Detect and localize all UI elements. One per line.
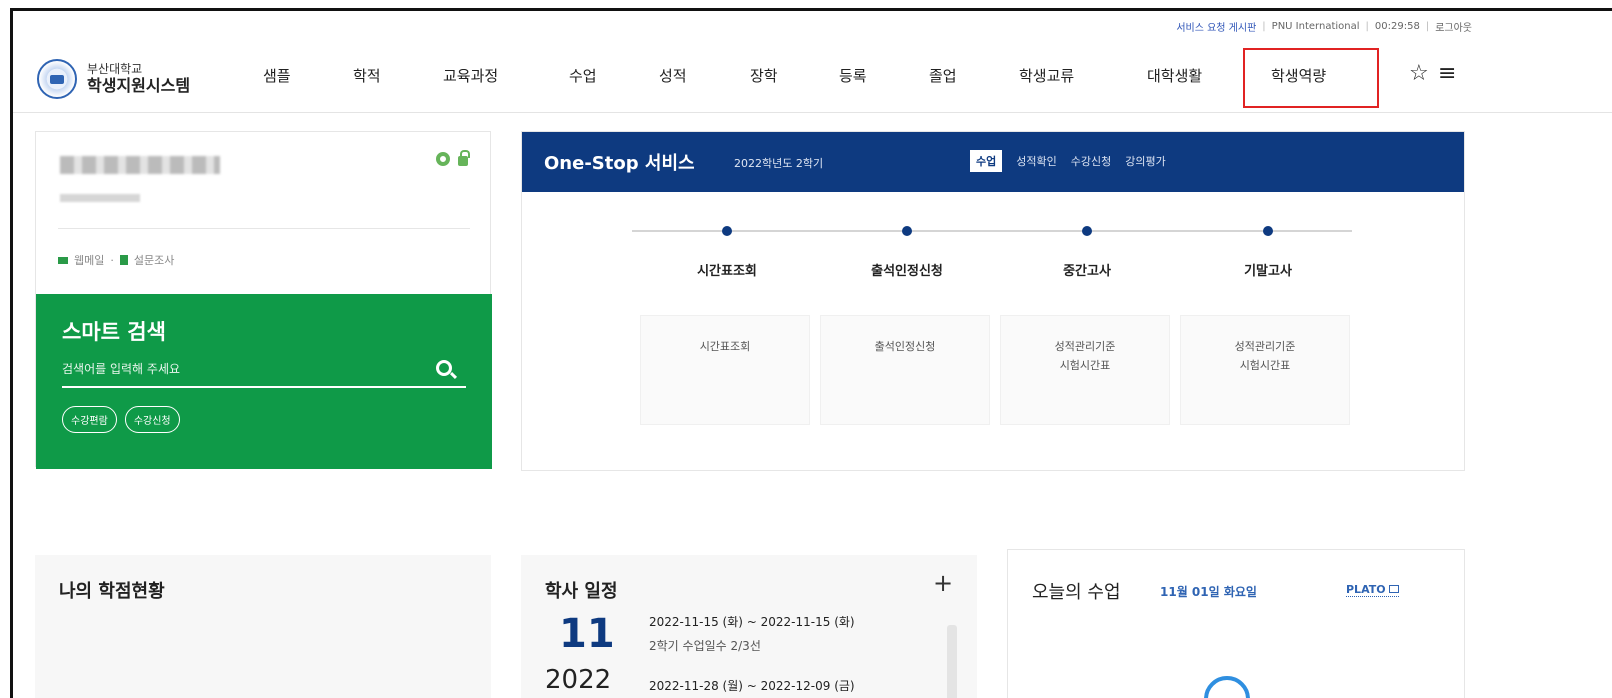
settings-gear-icon[interactable] [436, 152, 450, 166]
profile-card: 웹메일 · 설문조사 스마트 검색 수강편람 수강신청 [35, 131, 492, 469]
timeline-dot [1082, 226, 1092, 236]
search-chips: 수강편람 수강신청 [62, 406, 180, 433]
book-illustration-icon [1204, 676, 1250, 698]
tab-class[interactable]: 수업 [970, 150, 1003, 172]
service-box-midterm[interactable]: 성적관리기준 시험시간표 [1000, 315, 1170, 425]
favorite-star-icon[interactable]: ☆ [1409, 63, 1429, 85]
schedule-month: 11 [559, 611, 615, 657]
onestop-service-panel: One-Stop 서비스 2022학년도 2학기 수업 성적확인 수강신청 강의… [521, 131, 1465, 471]
event-name: 2학기 수업일수 2/3선 [649, 639, 761, 653]
separator: | [1425, 21, 1430, 32]
service-box-line: 시간표조회 [699, 340, 751, 353]
profile-links: 웹메일 · 설문조사 [58, 252, 174, 268]
separator: · [110, 253, 114, 267]
todays-class-card: 오늘의 수업 11월 01일 화요일 PLATO [1007, 549, 1465, 698]
nav-item-grades[interactable]: 성적 [659, 65, 687, 86]
academic-schedule-card: 학사 일정 + 11 2022 2022-11-15 (화) ~ 2022-11… [521, 555, 977, 698]
step-timetable[interactable]: 시간표조회 [657, 260, 797, 279]
hamburger-menu-icon[interactable]: ≡ [1438, 63, 1456, 85]
service-box-line: 성적관리기준 [1054, 340, 1116, 353]
service-box-line: 출석인정신청 [874, 340, 936, 353]
plato-link[interactable]: PLATO [1346, 583, 1399, 597]
nav-item-student-exchange[interactable]: 학생교류 [1019, 65, 1074, 86]
tab-grade-check[interactable]: 성적확인 [1016, 153, 1056, 169]
onestop-title: One-Stop 서비스 [544, 153, 695, 174]
timeline-line [632, 230, 1352, 232]
utility-bar: 서비스 요청 게시판 | PNU International | 00:29:5… [1176, 19, 1472, 34]
nav-item-curriculum[interactable]: 교육과정 [443, 65, 498, 86]
mail-icon [58, 256, 68, 264]
search-icon[interactable] [436, 360, 452, 376]
user-name-blurred [60, 156, 220, 174]
service-box-line: 성적관리기준 [1234, 340, 1296, 353]
schedule-year: 2022 [545, 665, 612, 695]
logout-link[interactable]: 로그아웃 [1435, 19, 1472, 34]
main-nav: 샘플 학적 교육과정 수업 성적 장학 등록 졸업 학생교류 대학생활 학생역량 [13, 48, 1612, 108]
external-window-icon [1388, 585, 1399, 593]
step-attendance[interactable]: 출석인정신청 [837, 260, 977, 279]
search-underline [62, 386, 466, 388]
todays-class-date: 11월 01일 화요일 [1160, 585, 1257, 599]
divider [58, 228, 470, 229]
app-frame: 서비스 요청 게시판 | PNU International | 00:29:5… [10, 8, 1612, 698]
smart-search-panel: 스마트 검색 수강편람 수강신청 [36, 294, 492, 469]
timeline-dot [902, 226, 912, 236]
step-final[interactable]: 기말고사 [1198, 260, 1338, 279]
schedule-scrollbar[interactable] [947, 625, 957, 698]
nav-item-academic-record[interactable]: 학적 [353, 65, 381, 86]
service-box-attendance[interactable]: 출석인정신청 [820, 315, 990, 425]
chip-course-catalog[interactable]: 수강편람 [62, 406, 117, 433]
webmail-link[interactable]: 웹메일 [74, 252, 104, 268]
chip-course-registration[interactable]: 수강신청 [124, 406, 180, 433]
onestop-term: 2022학년도 2학기 [734, 157, 824, 170]
separator: | [1262, 21, 1266, 32]
search-input[interactable] [62, 356, 422, 382]
timeline-dot [1263, 226, 1273, 236]
user-id-blurred [60, 194, 140, 202]
timeline-dot [722, 226, 732, 236]
tab-course-registration[interactable]: 수강신청 [1071, 153, 1111, 169]
onestop-header: One-Stop 서비스 2022학년도 2학기 수업 성적확인 수강신청 강의… [522, 132, 1464, 192]
service-box-final[interactable]: 성적관리기준 시험시간표 [1180, 315, 1350, 425]
nav-item-campus-life[interactable]: 대학생활 [1147, 65, 1202, 86]
nav-item-sample[interactable]: 샘플 [263, 65, 291, 86]
highlight-box [1243, 48, 1379, 108]
nav-item-classes[interactable]: 수업 [569, 65, 597, 86]
step-midterm[interactable]: 중간고사 [1017, 260, 1157, 279]
service-box-line: 시험시간표 [1059, 358, 1111, 372]
nav-item-scholarship[interactable]: 장학 [750, 65, 778, 86]
event-date-range[interactable]: 2022-11-15 (화) ~ 2022-11-15 (화) [649, 613, 855, 630]
separator: | [1365, 21, 1369, 32]
service-board-link[interactable]: 서비스 요청 게시판 [1176, 19, 1256, 34]
lock-icon[interactable] [458, 150, 470, 166]
nav-item-registration[interactable]: 등록 [839, 65, 867, 86]
onestop-tabs: 수업 성적확인 수강신청 강의평가 [970, 150, 1166, 172]
survey-link[interactable]: 설문조사 [134, 252, 174, 268]
todays-class-title: 오늘의 수업 [1032, 582, 1121, 603]
add-plus-icon[interactable]: + [933, 571, 953, 595]
my-credits-card: 나의 학점현황 [35, 555, 491, 698]
plato-label: PLATO [1346, 583, 1386, 596]
smart-search-title: 스마트 검색 [62, 320, 166, 344]
schedule-title: 학사 일정 [545, 581, 618, 602]
service-box-timetable[interactable]: 시간표조회 [640, 315, 810, 425]
document-icon [119, 255, 128, 265]
credits-title: 나의 학점현황 [59, 581, 165, 602]
tab-lecture-evaluation[interactable]: 강의평가 [1125, 153, 1165, 169]
session-timer: 00:29:58 [1374, 21, 1420, 32]
nav-item-graduation[interactable]: 졸업 [929, 65, 957, 86]
event-date-range[interactable]: 2022-11-28 (월) ~ 2022-12-09 (금) [649, 677, 855, 694]
international-link[interactable]: PNU International [1272, 21, 1360, 32]
header: 부산대학교 학생지원시스템 샘플 학적 교육과정 수업 성적 장학 등록 졸업 … [13, 41, 1612, 113]
service-box-line: 시험시간표 [1239, 358, 1291, 372]
